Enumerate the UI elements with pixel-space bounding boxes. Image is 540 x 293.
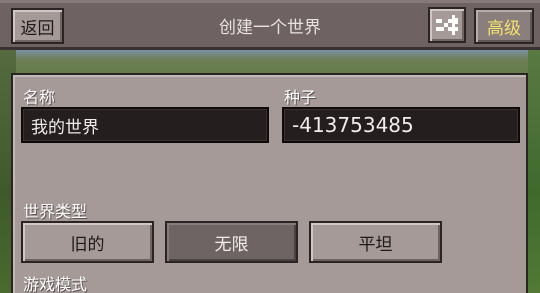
world-type-flat-label: 平坦 xyxy=(358,234,393,255)
world-type-label: 世界类型 xyxy=(23,202,88,221)
back-button[interactable]: 返回 xyxy=(11,8,64,44)
shuffle-button[interactable] xyxy=(428,7,466,43)
header-highlight xyxy=(0,0,540,3)
shuffle-icon xyxy=(436,15,458,35)
advanced-button-label: 高级 xyxy=(487,18,521,39)
advanced-button[interactable]: 高级 xyxy=(474,8,534,44)
world-type-infinite-button[interactable]: 无限 xyxy=(165,221,298,263)
game-mode-label: 游戏模式 xyxy=(23,275,88,293)
world-background-right-strip xyxy=(528,44,540,293)
page-title: 创建一个世界 xyxy=(219,17,321,38)
world-name-input[interactable]: 我的世界 xyxy=(21,107,269,143)
seed-input[interactable]: -413753485 xyxy=(282,107,520,143)
world-type-old-label: 旧的 xyxy=(70,234,105,255)
name-label: 名称 xyxy=(23,88,56,107)
back-button-label: 返回 xyxy=(20,18,55,39)
seed-label: 种子 xyxy=(284,88,317,107)
world-type-infinite-label: 无限 xyxy=(214,234,249,255)
world-type-flat-button[interactable]: 平坦 xyxy=(309,221,442,263)
world-type-old-button[interactable]: 旧的 xyxy=(21,221,154,263)
